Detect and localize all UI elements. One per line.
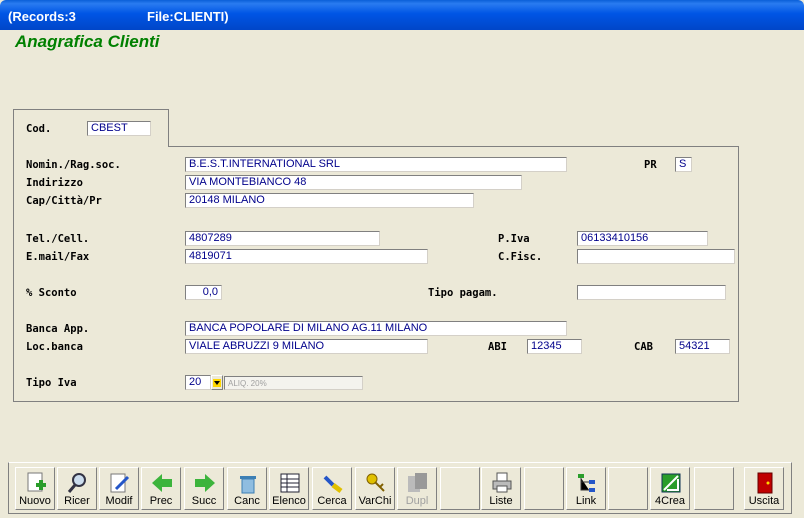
- pr-field[interactable]: S: [675, 157, 692, 172]
- succ-button[interactable]: Succ: [184, 467, 224, 510]
- printer-icon: [492, 472, 512, 493]
- flashlight-icon: [323, 475, 343, 493]
- email-field[interactable]: 4819071: [185, 249, 428, 264]
- nomin-label: Nomin./Rag.soc.: [26, 159, 121, 171]
- canc-button[interactable]: Canc: [227, 467, 267, 510]
- indirizzo-label: Indirizzo: [26, 177, 83, 189]
- nomin-field[interactable]: B.E.S.T.INTERNATIONAL SRL: [185, 157, 567, 172]
- abi-label: ABI: [488, 341, 507, 353]
- tel-label: Tel./Cell.: [26, 233, 90, 245]
- duplicate-icon: [408, 473, 427, 492]
- cap-label: Cap/Città/Pr: [26, 195, 102, 207]
- title-bar: (Records:3 File:CLIENTI): [0, 0, 804, 30]
- prec-button[interactable]: Prec: [141, 467, 181, 510]
- new-document-icon: [27, 472, 46, 492]
- tipopag-label: Tipo pagam.: [428, 287, 498, 299]
- file-name: File:CLIENTI): [147, 9, 229, 24]
- tipoiva-field[interactable]: 20: [185, 375, 211, 390]
- nuovo-button[interactable]: Nuovo: [15, 467, 55, 510]
- locbanca-field[interactable]: VIALE ABRUZZI 9 MILANO: [185, 339, 428, 354]
- indirizzo-field[interactable]: VIA MONTEBIANCO 48: [185, 175, 522, 190]
- uscita-button[interactable]: Uscita: [744, 467, 784, 510]
- cab-label: CAB: [634, 341, 653, 353]
- sconto-label: % Sconto: [26, 287, 77, 299]
- elenco-button[interactable]: Elenco: [269, 467, 309, 510]
- link-button[interactable]: Link: [566, 467, 606, 510]
- piva-label: P.Iva: [498, 233, 530, 245]
- modif-button[interactable]: Modif: [99, 467, 139, 510]
- nuovo-label: Nuovo: [19, 495, 51, 507]
- tipoiva-dropdown-button[interactable]: [211, 375, 223, 390]
- empty-button-4[interactable]: [694, 467, 734, 510]
- hierarchy-icon: [578, 474, 595, 492]
- trash-icon: [240, 476, 256, 494]
- cod-label: Cod.: [26, 123, 52, 135]
- search-icon: [67, 473, 86, 493]
- link-label: Link: [575, 495, 597, 507]
- empty-button-3[interactable]: [608, 467, 648, 510]
- banca-field[interactable]: BANCA POPOLARE DI MILANO AG.11 MILANO: [185, 321, 567, 336]
- banca-label: Banca App.: [26, 323, 90, 335]
- ricer-button[interactable]: Ricer: [57, 467, 97, 510]
- empty-button-2[interactable]: [524, 467, 564, 510]
- arrow-left-icon: [152, 474, 172, 492]
- liste-label: Liste: [489, 495, 513, 507]
- cerca-button[interactable]: Cerca: [312, 467, 352, 510]
- dupl-label: Dupl: [405, 495, 429, 507]
- abi-field[interactable]: 12345: [527, 339, 582, 354]
- locbanca-label: Loc.banca: [26, 341, 83, 353]
- key-icon: [366, 473, 385, 492]
- tipoiva-description: ALIQ. 20%: [224, 376, 363, 390]
- prec-label: Prec: [149, 495, 173, 507]
- crea-button[interactable]: 4Crea: [650, 467, 690, 510]
- empty-button-1[interactable]: [440, 467, 480, 510]
- canc-label: Canc: [234, 495, 260, 507]
- records-count: (Records:3: [8, 9, 76, 24]
- varchi-label: VarChi: [358, 495, 392, 507]
- succ-label: Succ: [191, 495, 217, 507]
- cfisc-label: C.Fisc.: [498, 251, 543, 263]
- uscita-label: Uscita: [748, 495, 780, 507]
- cod-field[interactable]: CBEST: [87, 121, 151, 136]
- piva-field[interactable]: 06133410156: [577, 231, 708, 246]
- cfisc-field[interactable]: [577, 249, 735, 264]
- cap-field[interactable]: 20148 MILANO: [185, 193, 474, 208]
- drafting-icon: [661, 473, 681, 493]
- exit-door-icon: [757, 472, 773, 494]
- tab-join: [14, 145, 168, 148]
- modif-label: Modif: [105, 495, 133, 507]
- varchi-button[interactable]: VarChi: [355, 467, 395, 510]
- liste-button[interactable]: Liste: [481, 467, 521, 510]
- email-label: E.mail/Fax: [26, 251, 90, 263]
- ricer-label: Ricer: [64, 495, 90, 507]
- tipopag-field[interactable]: [577, 285, 726, 300]
- pr-label: PR: [644, 159, 657, 171]
- edit-icon: [110, 473, 130, 493]
- form-title: Anagrafica Clienti: [15, 32, 160, 51]
- chevron-down-icon: [213, 379, 221, 387]
- tipoiva-label: Tipo Iva: [26, 377, 77, 389]
- dupl-button[interactable]: Dupl: [397, 467, 437, 510]
- cerca-label: Cerca: [317, 495, 347, 507]
- sconto-field[interactable]: 0,0: [185, 285, 222, 300]
- list-icon: [280, 473, 300, 493]
- arrow-right-icon: [195, 474, 215, 492]
- cab-field[interactable]: 54321: [675, 339, 730, 354]
- elenco-label: Elenco: [272, 495, 306, 507]
- tel-field[interactable]: 4807289: [185, 231, 380, 246]
- crea-label: 4Crea: [655, 495, 685, 507]
